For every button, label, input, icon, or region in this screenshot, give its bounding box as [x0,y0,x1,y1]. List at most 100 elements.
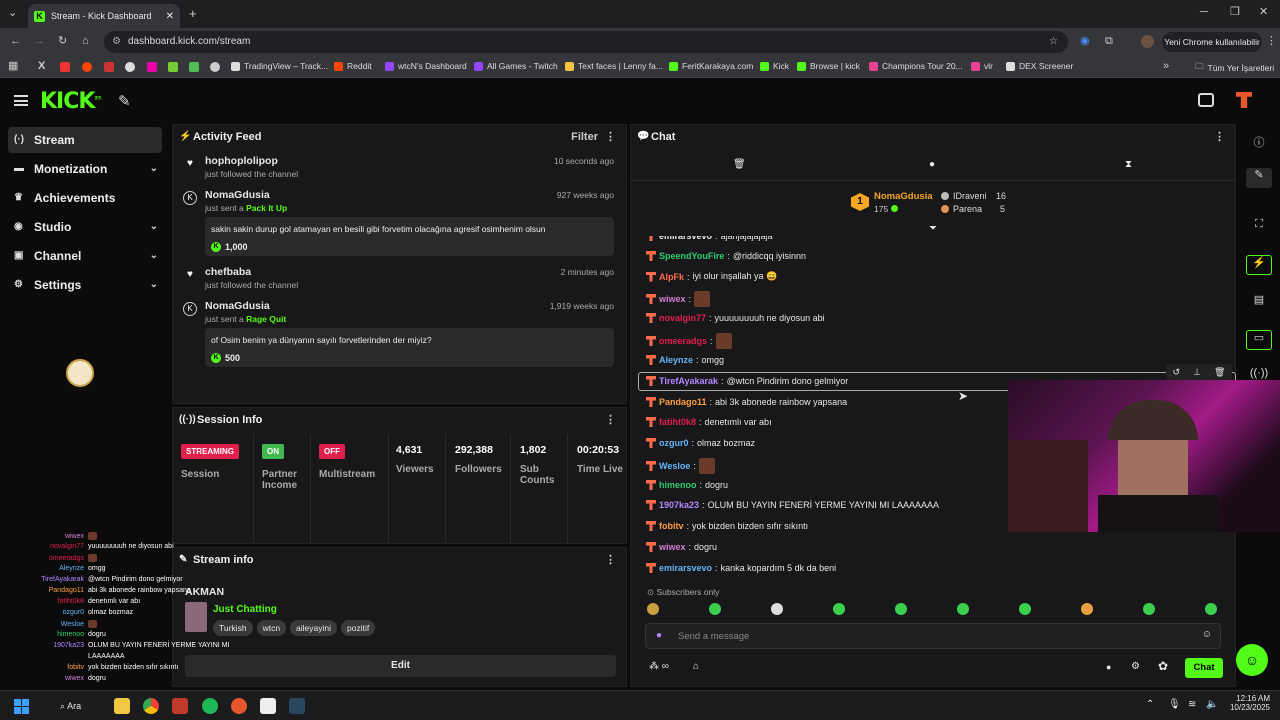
hourglass-icon[interactable]: ⧗ [1125,159,1132,170]
stream-tag[interactable]: pozitif [341,620,376,636]
chat-message[interactable]: 1907ka23: OLUM BU YAYIN FENERİ YERME YAYI… [646,500,939,510]
chat-username[interactable]: Pandago11 [659,397,707,407]
chat-message[interactable]: SpeendYouFire: @riddicqq iyisinnn [646,251,806,261]
emote-icon[interactable] [1205,603,1217,615]
nav-item-stream[interactable]: (·) Stream [8,127,162,153]
nav-item-achievements[interactable]: ♛ Achievements [8,185,162,211]
support-chat-button[interactable]: ☺ [1236,644,1268,676]
chat-username[interactable]: ozgur0 [659,438,689,448]
hamburger-menu-icon[interactable] [14,95,28,106]
tab-search-icon[interactable]: ⌄ [8,8,17,19]
chat-username[interactable]: emirarsvevo [659,563,712,573]
app-icon-3[interactable] [172,698,188,714]
chat-username[interactable]: novalgin77 [659,313,706,323]
bookmark-icon-7[interactable] [168,62,178,72]
activity-user[interactable]: chefbaba [205,266,616,278]
notes-icon[interactable]: ▤ [1246,293,1272,313]
more-options-icon[interactable]: ⋮ [1214,125,1225,149]
edit-stream-button[interactable]: Edit [185,655,616,677]
chat-username[interactable]: Aleynze [659,355,693,365]
reload-icon[interactable]: ↻ [58,36,67,47]
back-icon[interactable]: ← [10,36,21,47]
steam-icon[interactable] [289,698,305,714]
bookmark-item[interactable]: Browse | kick [797,61,860,71]
chat-username[interactable]: omeeradgs [659,336,707,346]
all-bookmarks-folder[interactable]: 🗀 Tüm Yer İşaretleri [1195,61,1274,75]
file-explorer-icon[interactable] [114,698,130,714]
chat-bubble-small-icon[interactable]: ● [1106,662,1111,672]
broadcast-toggle-icon[interactable]: ((·)) [1246,367,1272,387]
chat-username[interactable]: fobitv [659,521,684,531]
chat-username[interactable]: 1907ka23 [659,500,699,510]
mic-icon[interactable]: ● [656,630,662,641]
chat-message[interactable]: Wesloe: [646,458,715,474]
bookmark-item[interactable]: Reddit [334,61,372,71]
profile-update-button[interactable]: Yeni Chrome kullanılabilir [1162,32,1262,52]
chat-message[interactable]: himenoo: dogru [646,480,728,490]
chrome-icon[interactable] [143,698,159,714]
chat-username[interactable]: SpeendYouFire [659,251,724,261]
chat-message[interactable]: fatiht0k8: denetımlı var abı [646,417,772,427]
chat-message[interactable]: omeeradgs: [646,333,732,349]
chat-icon[interactable]: ● [929,159,935,170]
send-chat-button[interactable]: Chat [1185,658,1223,678]
nav-item-studio[interactable]: ◉ Studio ⌄ [8,214,162,240]
bookmark-item[interactable]: FeritKarakaya.com [669,61,753,71]
chat-message[interactable]: emirarsvevo: kanka kopardım 5 dk da beni [646,563,836,573]
emote-icon[interactable] [709,603,721,615]
chat-toggle-icon[interactable]: ▭ [1246,330,1272,350]
fullscreen-icon[interactable]: ⛶ [1246,218,1272,238]
more-options-icon[interactable]: ⋮ [605,408,616,432]
collapse-leaderboard-icon[interactable]: ⏷ [929,223,937,234]
maximize-icon[interactable]: ❐ [1230,7,1240,18]
pin-icon[interactable]: ⊥ [1193,367,1201,378]
studio-icon[interactable] [1198,93,1214,107]
bookmark-item[interactable]: Text faces | Lenny fa... [565,61,663,71]
bookmark-item[interactable]: DEX Screener [1006,61,1073,71]
youtube-bookmark-icon[interactable] [60,62,70,72]
emote-icon[interactable] [1019,603,1031,615]
extensions-puzzle-icon[interactable]: ⧉ [1105,36,1113,47]
leader-name[interactable]: IDraveni [953,191,987,201]
home-icon[interactable]: ⌂ [82,36,89,47]
emote-icon[interactable] [1143,603,1155,615]
browser-menu-icon[interactable]: ⋮ [1266,36,1277,47]
mic-tray-icon[interactable]: 🎙 [1168,699,1181,710]
volume-icon[interactable]: 🔈 [1206,699,1218,710]
chat-message[interactable]: Pandago11: abi 3k abonede rainbow yapsana [646,397,847,407]
chat-message[interactable]: wiwex: dogru [646,542,717,552]
emote-icon[interactable] [957,603,969,615]
chat-username[interactable]: AlpFk [659,272,684,282]
tray-chevron-icon[interactable]: ⌃ [1146,699,1154,710]
browser-tab[interactable]: K Stream - Kick Dashboard ✕ [28,4,180,28]
chat-message[interactable]: Aleynze: omgg [646,355,724,365]
extension-icon[interactable]: ◉ [1080,36,1090,47]
x-bookmark-icon[interactable]: X [38,61,45,72]
bookmark-item[interactable]: vlr [971,61,993,71]
bookmark-item[interactable]: wtcN's Dashboard [385,61,467,71]
chat-message[interactable]: fobitv: yok bizden bizden sıfır sıkıntı [646,521,808,531]
forward-icon[interactable]: → [34,36,45,47]
windows-start-icon[interactable] [14,699,29,714]
bookmark-icon-5[interactable] [125,62,135,72]
chat-tools-icon[interactable]: ⁂ ∞ [649,661,669,672]
bookmark-icon-8[interactable] [189,62,199,72]
stream-tag[interactable]: wtcn [256,620,287,636]
nav-item-channel[interactable]: ▣ Channel ⌄ [8,243,162,269]
close-window-icon[interactable]: ✕ [1259,7,1268,18]
bookmarks-overflow-icon[interactable]: » [1163,61,1169,72]
site-info-icon[interactable]: ⚙ [112,31,121,53]
leader-name[interactable]: NomaGdusia [874,191,933,202]
emote-icon[interactable] [895,603,907,615]
chat-message[interactable]: AlpFk: iyi olur inşallah ya 😄 [646,271,777,282]
emote-menu-icon[interactable]: ✿ [1158,659,1168,673]
clock[interactable]: 12:16 AM 10/23/2025 [1228,694,1270,712]
app-icon-6[interactable] [260,698,276,714]
chat-username[interactable]: wiwex [659,294,686,304]
chat-settings-gear-icon[interactable]: ⚙ [1131,661,1140,672]
url-input[interactable]: ⚙ dashboard.kick.com/stream ☆ [104,31,1068,53]
bookmark-item[interactable]: Kick [760,61,789,71]
stream-tag[interactable]: aileyayini [290,620,338,636]
chat-username[interactable]: himenoo [659,480,697,490]
activity-filter[interactable]: Filter [571,125,598,149]
